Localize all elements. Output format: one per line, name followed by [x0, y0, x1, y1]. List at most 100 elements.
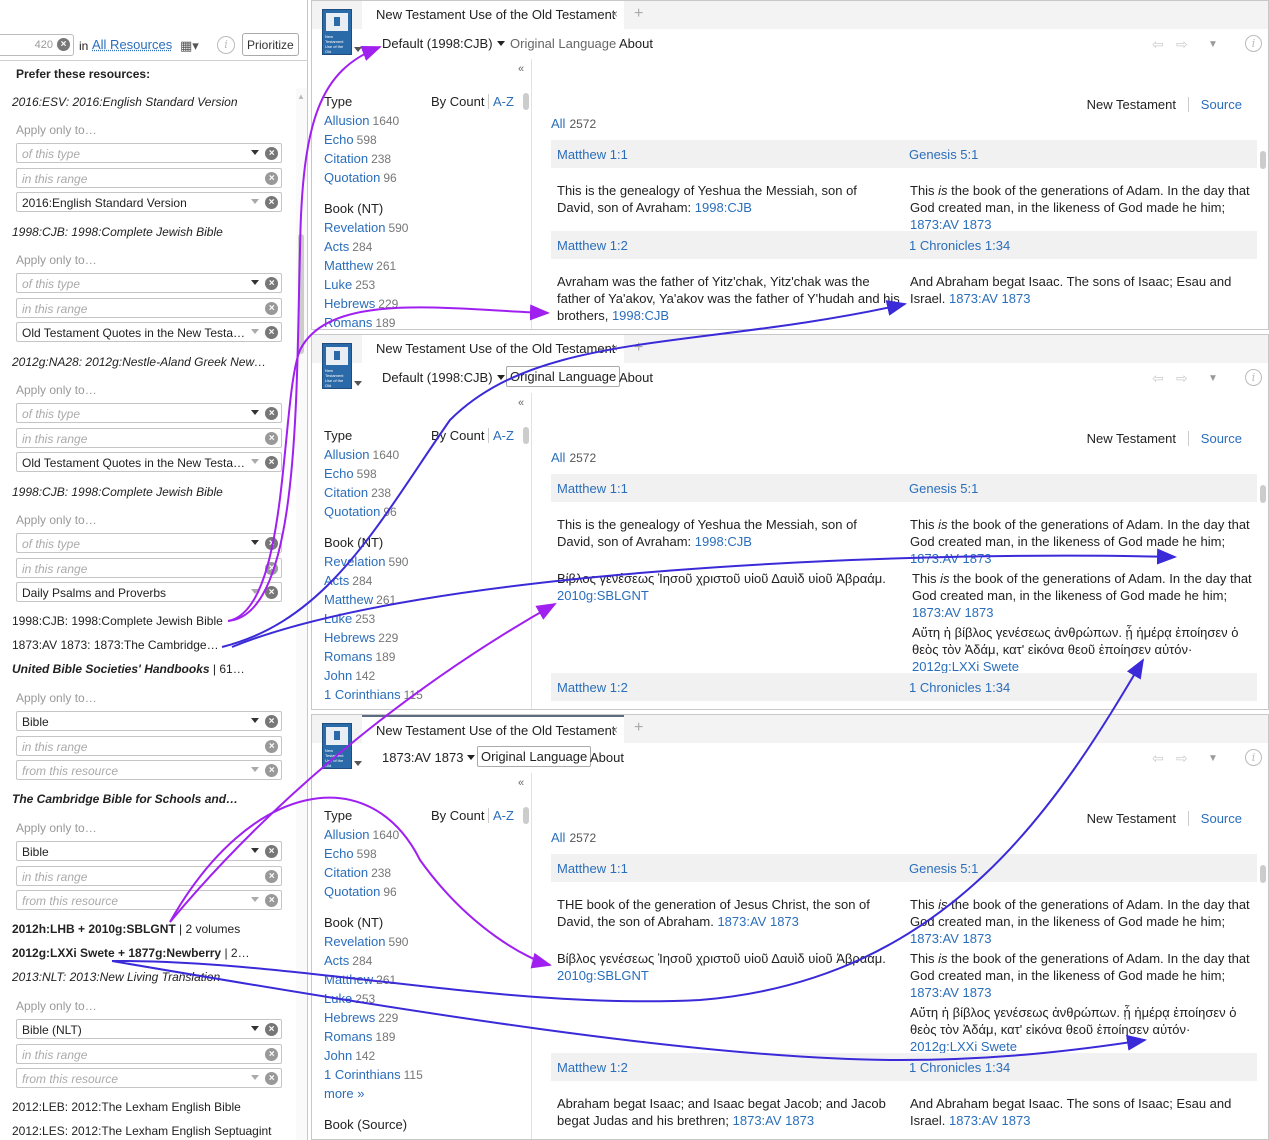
pref-resource-av1873[interactable]: 1873:AV 1873: 1873:The Cambridge…: [12, 638, 292, 652]
type-filter[interactable]: Bible ×: [16, 841, 282, 861]
version-link[interactable]: 2012g:LXXi Swete: [912, 659, 1019, 674]
facet-quotation[interactable]: Quotation 96: [324, 504, 397, 519]
sort-by-count[interactable]: By Count: [431, 428, 484, 443]
ot-reference-link[interactable]: Genesis 5:1: [909, 481, 978, 496]
clear-icon[interactable]: ×: [265, 326, 278, 339]
sort-source[interactable]: Source: [1187, 811, 1242, 826]
range-filter[interactable]: in this range ×: [16, 298, 282, 318]
pref-resource-cambridge[interactable]: The Cambridge Bible for Schools and…: [12, 792, 292, 806]
facet-hebrews[interactable]: Hebrews 229: [324, 1010, 398, 1025]
pref-resource-cjb-3[interactable]: 1998:CJB: 1998:Complete Jewish Bible: [12, 614, 292, 628]
facet-citation[interactable]: Citation 238: [324, 485, 391, 500]
version-link[interactable]: 1873:AV 1873: [910, 551, 991, 566]
facet-hebrews[interactable]: Hebrews 229: [324, 296, 398, 311]
clear-icon[interactable]: ×: [265, 562, 278, 575]
chevron-down-icon[interactable]: [354, 761, 362, 766]
all-filter[interactable]: All 2572: [551, 830, 596, 845]
facet-1-corinthians[interactable]: 1 Corinthians 115: [324, 1067, 423, 1082]
results-scroll-thumb[interactable]: [1260, 151, 1266, 169]
clear-icon[interactable]: ×: [265, 196, 278, 209]
sort-new-testament[interactable]: New Testament: [1087, 97, 1176, 112]
grid-view-icon[interactable]: ▦▾: [180, 38, 199, 54]
nt-reference-link[interactable]: Matthew 1:2: [557, 1060, 628, 1075]
facet-acts[interactable]: Acts 284: [324, 953, 372, 968]
back-arrow-icon[interactable]: ⇦: [1152, 370, 1164, 387]
about-button[interactable]: About: [590, 750, 624, 765]
version-link[interactable]: 2012g:LXXi Swete: [910, 1039, 1017, 1054]
facet-1-corinthians[interactable]: 1 Corinthians 115: [324, 687, 423, 702]
all-filter[interactable]: All 2572: [551, 450, 596, 465]
type-filter[interactable]: Bible ×: [16, 711, 282, 731]
facet-matthew[interactable]: Matthew 261: [324, 258, 396, 273]
scroll-up-icon[interactable]: ▲: [297, 92, 305, 101]
clear-icon[interactable]: ×: [265, 1048, 278, 1061]
chevron-down-icon[interactable]: [251, 1026, 259, 1031]
pref-resource-nlt[interactable]: 2013:NLT: 2013:New Living Translation: [12, 970, 292, 984]
version-dropdown[interactable]: Default (1998:CJB): [382, 36, 505, 51]
back-arrow-icon[interactable]: ⇦: [1152, 36, 1164, 53]
version-link[interactable]: 2010g:SBLGNT: [557, 968, 649, 983]
pref-resource-leb[interactable]: 2012:LEB: 2012:The Lexham English Bible: [12, 1100, 292, 1114]
sort-az[interactable]: A-Z: [488, 94, 514, 109]
all-resources-link[interactable]: All Resources: [92, 37, 172, 52]
pref-resource-lxx-newberry[interactable]: 2012g:LXXi Swete + 1877g:Newberry | 2…: [12, 946, 292, 960]
facet-john[interactable]: John 142: [324, 1048, 375, 1063]
facet-allusion[interactable]: Allusion 1640: [324, 113, 399, 128]
resource-filter[interactable]: 2016:English Standard Version ×: [16, 192, 282, 212]
facet-citation[interactable]: Citation 238: [324, 151, 391, 166]
resource-filter[interactable]: Old Testament Quotes in the New Testa… ×: [16, 322, 282, 342]
clear-icon[interactable]: ×: [265, 764, 278, 777]
chevron-down-icon[interactable]: [251, 199, 259, 204]
chevron-down-icon[interactable]: [251, 589, 259, 594]
chevron-down-icon[interactable]: ▼: [1208, 39, 1218, 50]
chevron-down-icon[interactable]: [251, 150, 259, 155]
version-link[interactable]: 1873:AV 1873: [733, 1113, 814, 1128]
clear-icon[interactable]: ×: [57, 38, 70, 51]
facet-revelation[interactable]: Revelation 590: [324, 934, 408, 949]
clear-icon[interactable]: ×: [265, 456, 278, 469]
version-link[interactable]: 1873:AV 1873: [910, 931, 991, 946]
close-icon[interactable]: ×: [611, 341, 618, 355]
version-link[interactable]: 1873:AV 1873: [949, 1113, 1030, 1128]
add-tab-icon[interactable]: +: [634, 5, 643, 23]
info-icon[interactable]: i: [1245, 749, 1262, 766]
facet-allusion[interactable]: Allusion 1640: [324, 447, 399, 462]
results-scroll-thumb[interactable]: [1260, 485, 1266, 503]
ot-reference-link[interactable]: Genesis 5:1: [909, 861, 978, 876]
back-arrow-icon[interactable]: ⇦: [1152, 750, 1164, 767]
clear-icon[interactable]: ×: [265, 147, 278, 160]
chevron-down-icon[interactable]: [251, 897, 259, 902]
clear-icon[interactable]: ×: [265, 894, 278, 907]
panel-scrollbar[interactable]: ▲: [296, 88, 307, 1140]
facet-acts[interactable]: Acts 284: [324, 239, 372, 254]
range-filter[interactable]: in this range ×: [16, 558, 282, 578]
chevron-down-icon[interactable]: [251, 767, 259, 772]
clear-icon[interactable]: ×: [265, 407, 278, 420]
pref-resource-esv[interactable]: 2016:ESV: 2016:English Standard Version: [12, 95, 292, 109]
collapse-sidebar-icon[interactable]: «: [518, 777, 524, 789]
clear-icon[interactable]: ×: [265, 1072, 278, 1085]
sort-new-testament[interactable]: New Testament: [1087, 811, 1176, 826]
clear-icon[interactable]: ×: [265, 1023, 278, 1036]
version-link[interactable]: 1873:AV 1873: [910, 985, 991, 1000]
chevron-down-icon[interactable]: [251, 848, 259, 853]
facet-quotation[interactable]: Quotation 96: [324, 170, 397, 185]
chevron-down-icon[interactable]: [354, 47, 362, 52]
chevron-down-icon[interactable]: [251, 329, 259, 334]
sort-source[interactable]: Source: [1187, 431, 1242, 446]
version-link[interactable]: 2010g:SBLGNT: [557, 588, 649, 603]
version-link[interactable]: 1873:AV 1873: [912, 605, 993, 620]
pref-resource-cjb-2[interactable]: 1998:CJB: 1998:Complete Jewish Bible: [12, 485, 292, 499]
range-filter[interactable]: in this range ×: [16, 736, 282, 756]
version-dropdown[interactable]: Default (1998:CJB): [382, 370, 505, 385]
type-filter[interactable]: Bible (NLT) ×: [16, 1019, 282, 1039]
sidebar-scroll-thumb[interactable]: [523, 427, 529, 444]
range-filter[interactable]: in this range ×: [16, 428, 282, 448]
collapse-sidebar-icon[interactable]: «: [518, 63, 524, 75]
ot-reference-link[interactable]: Genesis 5:1: [909, 147, 978, 162]
resource-filter[interactable]: from this resource ×: [16, 890, 282, 910]
facet-romans[interactable]: Romans 189: [324, 1029, 395, 1044]
facet-revelation[interactable]: Revelation 590: [324, 220, 408, 235]
resource-filter[interactable]: Daily Psalms and Proverbs ×: [16, 582, 282, 602]
resource-filter[interactable]: Old Testament Quotes in the New Testa… ×: [16, 452, 282, 472]
